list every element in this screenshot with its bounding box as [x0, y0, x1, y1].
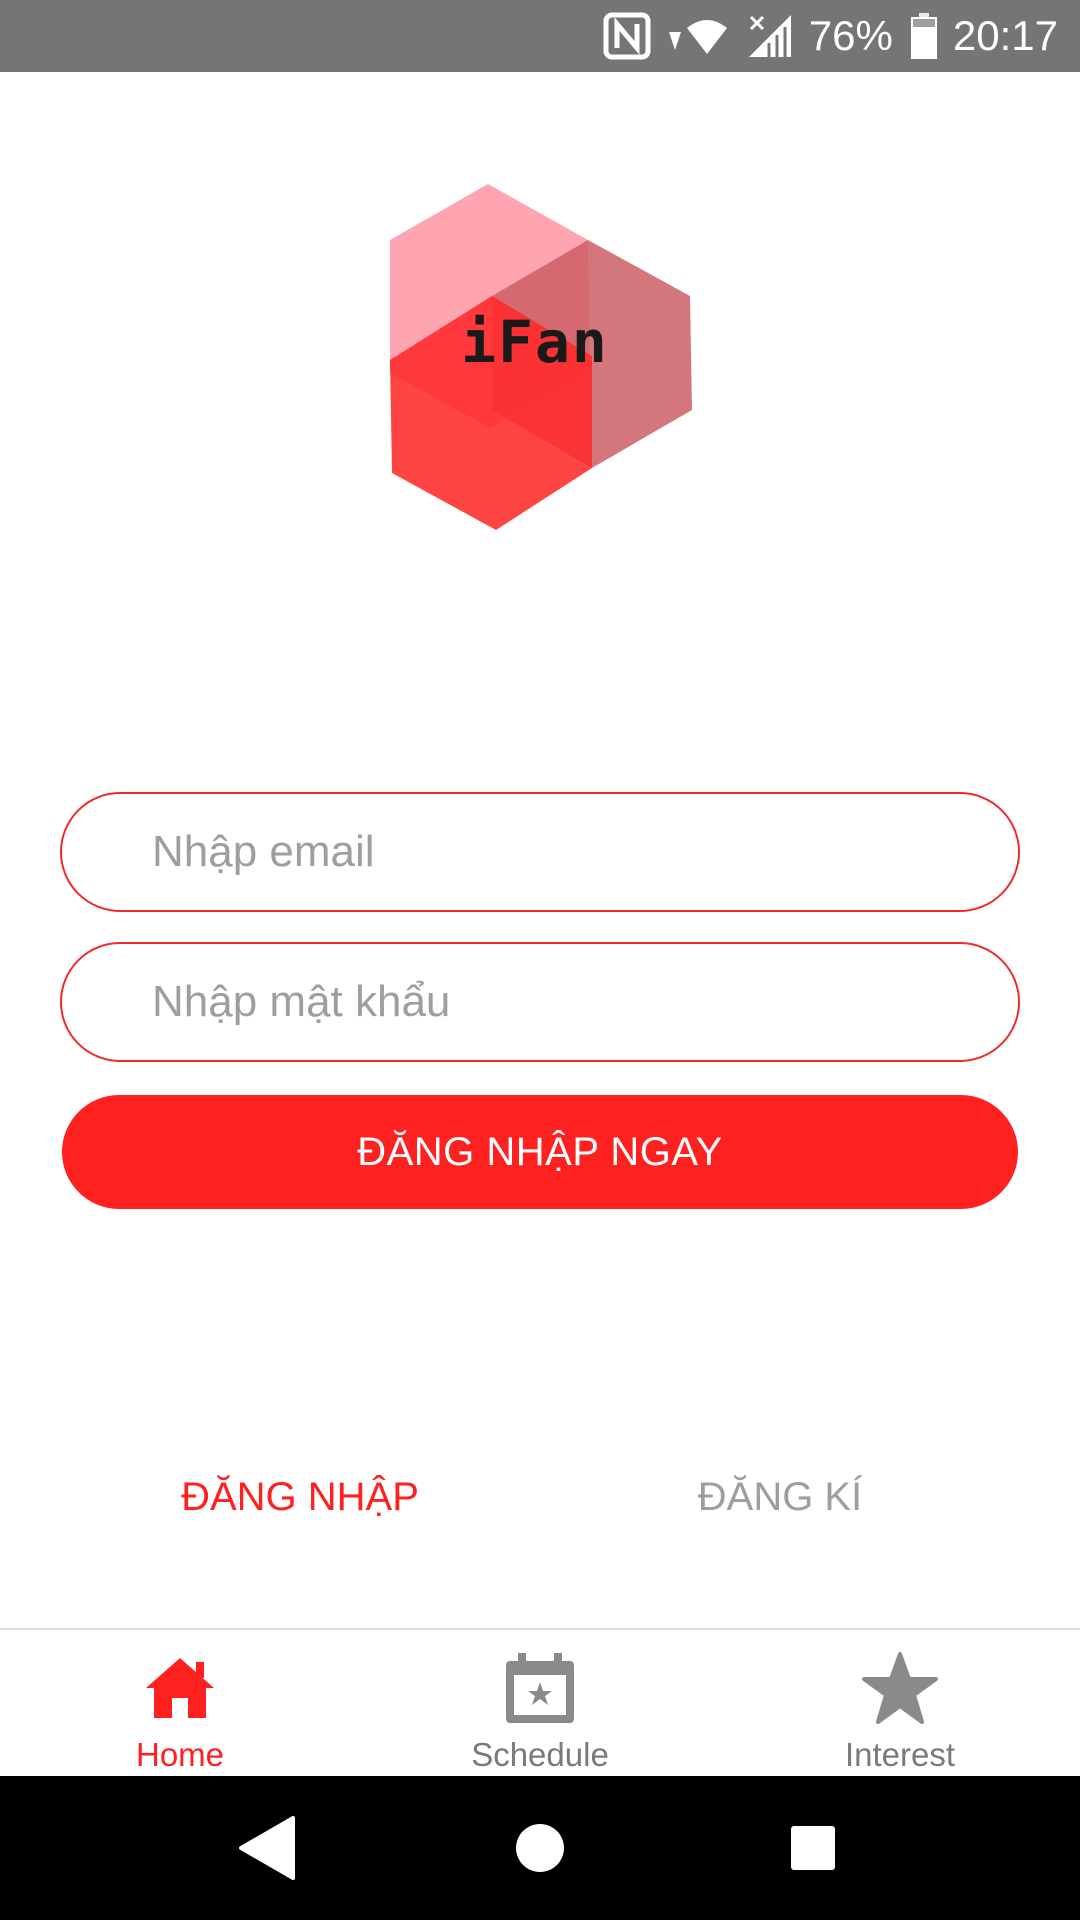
nav-item-schedule[interactable]: Schedule — [360, 1630, 720, 1776]
tab-login[interactable]: ĐĂNG NHẬP — [140, 1462, 460, 1532]
nav-item-interest[interactable]: Interest — [720, 1630, 1080, 1776]
nav-label-schedule: Schedule — [471, 1736, 609, 1773]
star-icon — [860, 1648, 940, 1728]
logo-text: iFan — [461, 308, 609, 376]
password-field[interactable] — [152, 977, 1018, 1027]
back-icon[interactable] — [222, 1803, 312, 1893]
tab-register[interactable]: ĐĂNG KÍ — [620, 1462, 940, 1532]
bottom-navigation: Home Schedule Interest — [0, 1628, 1080, 1776]
wifi-icon — [665, 14, 729, 58]
app-logo: iFan — [380, 178, 700, 538]
status-bar: 76% 20:17 — [0, 0, 1080, 72]
email-field[interactable] — [152, 827, 1018, 877]
recents-icon[interactable] — [768, 1803, 858, 1893]
nav-label-interest: Interest — [844, 1736, 956, 1773]
login-now-button[interactable]: ĐĂNG NHẬP NGAY — [62, 1095, 1018, 1209]
email-field-wrapper — [60, 792, 1020, 912]
system-navigation-bar — [0, 1776, 1080, 1920]
clock: 20:17 — [952, 12, 1058, 59]
login-screen: 76% 20:17 iFan ĐĂNG NHẬP NGAY ĐĂNG NHẬP … — [0, 0, 1080, 1920]
home-icon — [140, 1648, 220, 1728]
battery-percent: 76% — [808, 12, 893, 59]
nav-label-home: Home — [135, 1736, 225, 1773]
password-field-wrapper — [60, 942, 1020, 1062]
battery-icon — [910, 13, 937, 59]
signal-icon — [743, 13, 793, 59]
nfc-icon — [603, 12, 651, 60]
nav-item-home[interactable]: Home — [0, 1630, 360, 1776]
calendar-star-icon — [500, 1648, 580, 1728]
home-circle-icon[interactable] — [495, 1803, 585, 1893]
